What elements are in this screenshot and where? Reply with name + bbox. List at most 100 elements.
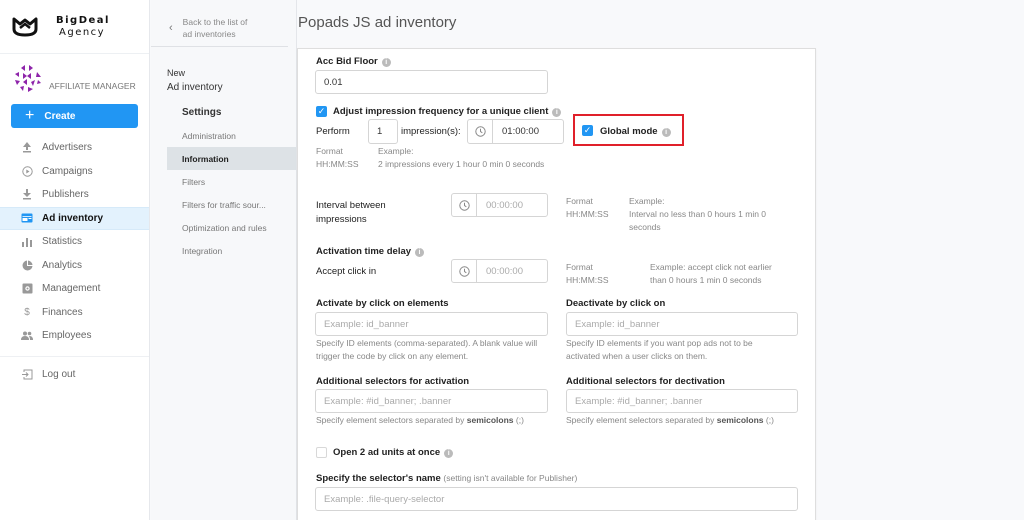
nav-item-statistics[interactable]: Statistics bbox=[0, 230, 149, 254]
input-value: 1 bbox=[377, 126, 383, 137]
info-icon[interactable]: i bbox=[444, 449, 454, 458]
activate-click-label: Activate by click on elements bbox=[316, 298, 449, 309]
add-selectors-activation-label: Additional selectors for activation bbox=[316, 376, 470, 387]
plus-icon: + bbox=[25, 107, 35, 124]
create-button[interactable]: + Create bbox=[11, 104, 138, 128]
accept-click-time-input[interactable]: 00:00:00 bbox=[451, 259, 548, 283]
adjust-frequency-checkbox[interactable]: ✓ bbox=[316, 106, 327, 117]
nav-item-management[interactable]: Management bbox=[0, 277, 149, 301]
subnav-integration[interactable]: Integration bbox=[167, 239, 296, 262]
selector-name-input[interactable]: Example: .file-query-selector bbox=[315, 487, 798, 511]
nav-item-logout[interactable]: Log out bbox=[0, 363, 149, 387]
open-two-units-checkbox[interactable] bbox=[316, 447, 327, 458]
selector-name-label: Specify the selector's name (setting isn… bbox=[316, 473, 577, 484]
subnav-filters[interactable]: Filters bbox=[167, 170, 296, 193]
brand-logo-icon bbox=[12, 17, 38, 36]
back-link[interactable]: ‹ Back to the list of ad inventories bbox=[151, 0, 288, 47]
nav-label: Advertisers bbox=[42, 142, 93, 154]
format-value: HH:MM:SS bbox=[566, 209, 609, 219]
nav-item-advertisers[interactable]: Advertisers bbox=[0, 136, 149, 160]
deactivate-click-input[interactable]: Example: id_banner bbox=[566, 312, 798, 336]
nav-label: Publishers bbox=[42, 189, 89, 201]
format-label: Format bbox=[316, 146, 343, 156]
label-text: Activation time delay bbox=[316, 246, 412, 257]
format-value: HH:MM:SS bbox=[316, 159, 359, 169]
input-placeholder: Example: .file-query-selector bbox=[324, 493, 445, 505]
settings-heading: Settings bbox=[182, 107, 222, 118]
nav-item-finances[interactable]: $ Finances bbox=[0, 301, 149, 325]
hint-bold: semicolons bbox=[466, 415, 514, 425]
info-icon[interactable]: i bbox=[415, 248, 425, 257]
example-text: Interval no less than 0 hours 1 min 0 se… bbox=[629, 209, 767, 232]
input-placeholder: Example: #id_banner; .banner bbox=[575, 395, 703, 407]
clock-icon bbox=[468, 120, 493, 143]
subnav-label: Administration bbox=[182, 130, 236, 141]
info-icon[interactable]: i bbox=[381, 58, 391, 67]
nav-item-campaigns[interactable]: Campaigns bbox=[0, 160, 149, 184]
management-icon bbox=[21, 283, 33, 295]
brand-line1: BigDeal bbox=[56, 14, 110, 26]
nav-label: Log out bbox=[42, 368, 76, 380]
brand-name: BigDeal Agency bbox=[56, 15, 110, 39]
selector-name-note: (setting isn't available for Publisher) bbox=[443, 473, 578, 483]
nav-label: Management bbox=[42, 283, 101, 295]
activate-click-hint: Specify ID elements (comma-separated). A… bbox=[316, 338, 538, 361]
nav-item-analytics[interactable]: Analytics bbox=[0, 254, 149, 278]
subnav-administration[interactable]: Administration bbox=[167, 124, 296, 147]
subnav-filters-traffic[interactable]: Filters for traffic sour... bbox=[167, 193, 296, 216]
nav-label: Employees bbox=[42, 330, 92, 342]
delay-example-hint: Example: accept click not earlier than 0 … bbox=[650, 261, 790, 287]
deactivate-click-hint: Specify ID elements if you want pop ads … bbox=[566, 338, 753, 361]
add-selectors-deactivation-input[interactable]: Example: #id_banner; .banner bbox=[566, 389, 798, 413]
format-label: Format bbox=[566, 262, 593, 272]
bar-chart-icon bbox=[21, 236, 33, 248]
example-label: Example: bbox=[629, 196, 665, 206]
hint-prefix: Specify element selectors separated by bbox=[566, 415, 715, 425]
example-line1: Example: accept click not earlier bbox=[650, 262, 772, 272]
highlight-box bbox=[573, 114, 684, 146]
frequency-example-hint: Example: 2 impressions every 1 hour 0 min… bbox=[378, 145, 558, 171]
example-text: 2 impressions every 1 hour 0 min 0 secon… bbox=[378, 159, 545, 169]
time-value: 01:00:00 bbox=[502, 126, 539, 137]
time-placeholder: 00:00:00 bbox=[486, 199, 523, 211]
format-label: Format bbox=[566, 196, 593, 206]
people-icon bbox=[21, 330, 33, 342]
nav-label: Ad inventory bbox=[42, 212, 104, 224]
nav-item-employees[interactable]: Employees bbox=[0, 324, 149, 348]
nav-item-publishers[interactable]: Publishers bbox=[0, 183, 149, 207]
frequency-time-input[interactable]: 01:00:00 bbox=[467, 119, 564, 144]
info-icon[interactable]: i bbox=[552, 108, 562, 117]
activate-click-input[interactable]: Example: id_banner bbox=[315, 312, 548, 336]
brand[interactable]: BigDeal Agency bbox=[0, 0, 149, 54]
clock-icon bbox=[452, 260, 477, 282]
hint-bold: semicolons bbox=[716, 415, 764, 425]
accept-click-label: Accept click in bbox=[316, 266, 377, 277]
add-selectors-deactivation-label: Additional selectors for dectivation bbox=[566, 376, 725, 387]
example-label: Example: bbox=[378, 146, 414, 156]
nav-label: Analytics bbox=[42, 259, 83, 271]
subnav-label: Integration bbox=[182, 245, 223, 256]
clock-icon bbox=[452, 194, 477, 216]
label-text: Adjust impression frequency for a unique… bbox=[333, 106, 549, 117]
nav-item-ad-inventory[interactable]: Ad inventory bbox=[0, 206, 149, 230]
main-nav: Advertisers Campaigns Publishers Ad inve… bbox=[0, 136, 149, 386]
chevron-left-icon: ‹ bbox=[169, 22, 173, 34]
subnav-optimization[interactable]: Optimization and rules bbox=[167, 216, 296, 239]
impressions-count-input[interactable]: 1 bbox=[368, 119, 398, 144]
subnav-label: Information bbox=[182, 153, 229, 164]
hint-prefix: Specify element selectors separated by bbox=[316, 415, 465, 425]
label-text: Specify the selector's name bbox=[316, 473, 441, 484]
acc-bid-floor-input[interactable]: 0.01 bbox=[315, 70, 548, 94]
play-circle-icon bbox=[21, 165, 33, 177]
add-selectors-activation-hint: Specify element selectors separated by s… bbox=[316, 414, 524, 427]
add-selectors-activation-input[interactable]: Example: #id_banner; .banner bbox=[315, 389, 548, 413]
input-placeholder: Example: #id_banner; .banner bbox=[324, 395, 452, 407]
download-icon bbox=[21, 189, 33, 201]
label-text: Acc Bid Floor bbox=[316, 56, 378, 67]
subnav-information[interactable]: Information bbox=[167, 147, 296, 170]
upload-icon bbox=[21, 142, 33, 154]
subnav-label: Filters for traffic sour... bbox=[182, 199, 266, 210]
pie-chart-icon bbox=[21, 259, 33, 271]
interval-time-input[interactable]: 00:00:00 bbox=[451, 193, 548, 217]
hint-suffix: (;) bbox=[765, 415, 774, 425]
